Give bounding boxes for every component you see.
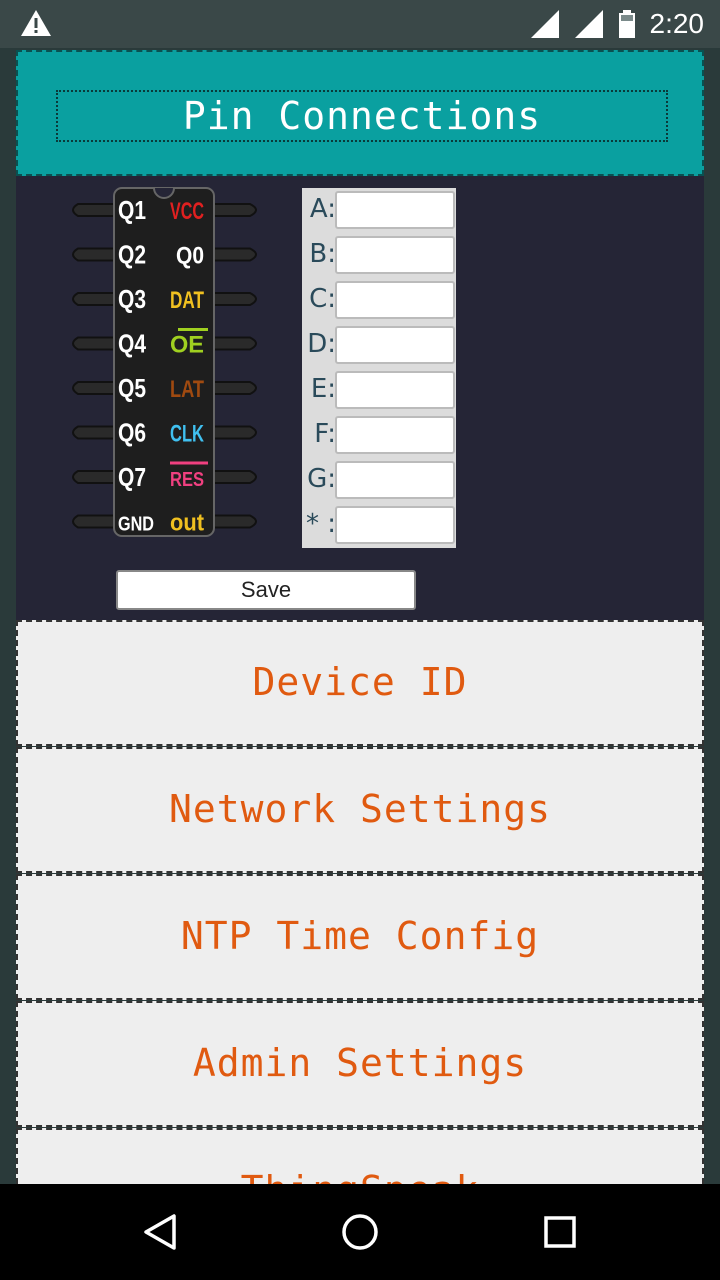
chip-pin-label: Q1 [118, 195, 146, 225]
home-icon[interactable] [340, 1212, 380, 1252]
pin-label: G: [307, 464, 336, 494]
chip-pin-leg [213, 336, 257, 351]
pin-label: C: [309, 284, 336, 314]
page: Pin Connections Q1 VCC Q2 Q0 Q3 DAT Q4 OE Q5 LAT Q… [16, 48, 704, 1184]
chip-pin-label: OE [170, 332, 204, 359]
chip-pin-label: Q7 [118, 462, 146, 492]
menu-item[interactable]: Device ID [16, 620, 704, 746]
chip-pin-leg [72, 203, 115, 217]
pin-form: A: B: C: D: E: F: G: * : [302, 188, 456, 548]
pin-label: A: [309, 194, 336, 224]
chip-pin-label: out [170, 510, 204, 537]
pin-form-row: B: [302, 233, 456, 274]
chip-pin-leg [72, 470, 115, 484]
chip-pin-leg [72, 381, 115, 395]
pin-label: F: [314, 419, 336, 449]
chip-pin-leg [72, 425, 115, 440]
pin-input[interactable] [335, 506, 455, 544]
pin-input[interactable] [335, 461, 455, 499]
chip-pin-leg [72, 514, 115, 529]
chip-pin-label: GND [118, 514, 154, 536]
pin-input[interactable] [335, 416, 455, 454]
pin-form-row: G: [302, 458, 456, 499]
chip-pin-label: VCC [170, 198, 204, 225]
pin-label: D: [307, 329, 336, 359]
pin-label: E: [310, 374, 336, 404]
chip-pin-leg [213, 514, 257, 529]
signal-icon [574, 10, 603, 38]
pin-input[interactable] [335, 191, 455, 229]
pin-form-row: F: [302, 413, 456, 454]
signal-icon [530, 10, 559, 38]
chip-pin-label: Q6 [118, 418, 146, 448]
chip-pin-leg [72, 336, 115, 351]
pin-form-row: E: [302, 368, 456, 409]
recents-icon[interactable] [542, 1214, 578, 1250]
nav-bar [0, 1184, 720, 1280]
menu-item[interactable]: Admin Settings [16, 1001, 704, 1127]
battery-icon [618, 10, 635, 38]
back-icon[interactable] [140, 1212, 180, 1252]
chip-pin-leg [213, 381, 257, 395]
chip-pin-label: Q0 [176, 243, 204, 270]
web-content: Pin Connections Q1 VCC Q2 Q0 Q3 DAT Q4 OE Q5 LAT Q… [0, 48, 720, 1184]
pin-input[interactable] [335, 326, 455, 364]
pin-form-row: * : [302, 503, 456, 544]
pin-input[interactable] [335, 371, 455, 409]
chip-pin-label: Q5 [118, 373, 146, 403]
warning-icon [21, 10, 51, 36]
menu-item[interactable]: Network Settings [16, 747, 704, 873]
chip-pin-label: DAT [170, 287, 204, 314]
pin-label: B: [309, 239, 336, 269]
menu-item[interactable]: ThingSpeak [16, 1128, 704, 1184]
chip-pin-label: RES [170, 469, 204, 491]
chip-pin-label: Q4 [118, 329, 146, 359]
pin-input[interactable] [335, 236, 455, 274]
pin-label: * : [305, 509, 336, 539]
pin-connections-panel: Q1 VCC Q2 Q0 Q3 DAT Q4 OE Q5 LAT Q6 CLK Q7 RES GND out … [16, 176, 704, 620]
chip-pin-leg [72, 292, 115, 306]
chip-pin-leg [213, 425, 257, 440]
shift-register-chip-icon: Q1 VCC Q2 Q0 Q3 DAT Q4 OE Q5 LAT Q6 CLK Q7 RES GND out [72, 187, 257, 537]
chip-pin-leg [72, 247, 115, 262]
pin-form-row: C: [302, 278, 456, 319]
pin-form-row: A: [302, 188, 456, 229]
menu-item[interactable]: NTP Time Config [16, 874, 704, 1000]
header: Pin Connections [16, 50, 704, 176]
chip-pin-label: CLK [170, 421, 204, 448]
chip-pin-leg [213, 292, 257, 306]
chip-pin-label: Q3 [118, 284, 146, 314]
pin-form-row: D: [302, 323, 456, 364]
status-bar: 2:20 [0, 0, 720, 48]
chip-pin-label: LAT [170, 376, 204, 403]
page-title: Pin Connections [56, 90, 668, 142]
save-button[interactable]: Save [116, 570, 416, 610]
pin-input[interactable] [335, 281, 455, 319]
chip-pin-label: Q2 [118, 240, 146, 270]
chip-pin-leg [213, 203, 257, 217]
status-time: 2:20 [649, 8, 705, 39]
chip-pin-leg [213, 247, 257, 262]
chip-pin-leg [213, 470, 257, 484]
